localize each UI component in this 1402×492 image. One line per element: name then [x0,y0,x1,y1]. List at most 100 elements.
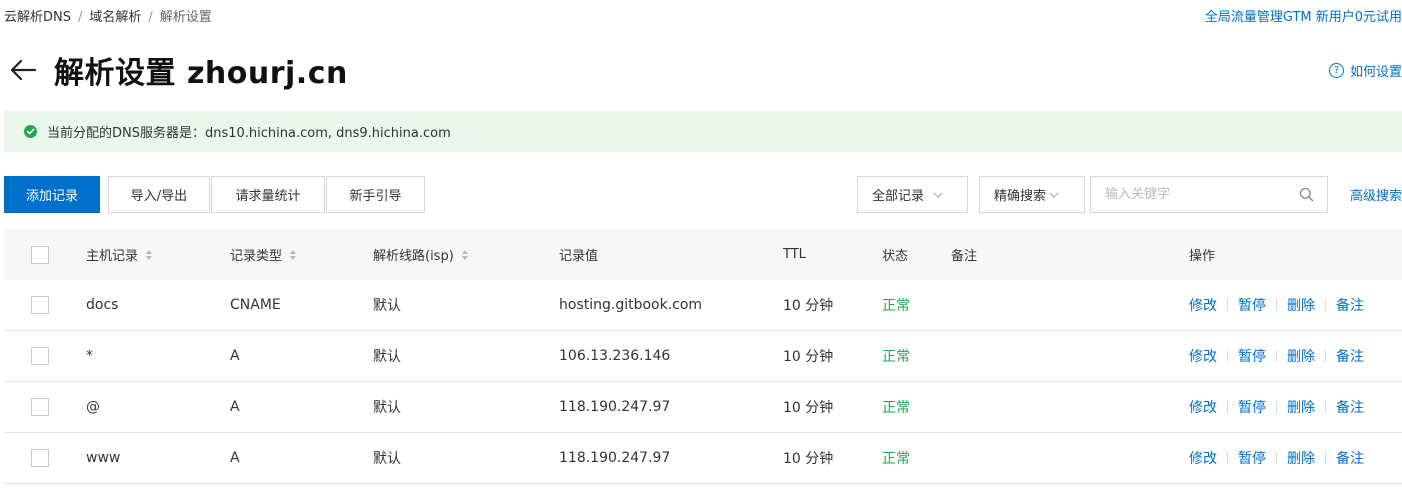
sort-icon[interactable] [461,249,468,260]
sort-icon[interactable] [290,249,297,260]
row-actions: 修改 暂停 删除 备注 [1189,280,1364,330]
search-input[interactable] [1091,177,1291,212]
breadcrumb-item-current: 解析设置 [159,10,212,25]
ttl-cell: 10 分钟 [783,349,834,365]
edit-link[interactable]: 修改 [1189,346,1217,366]
advanced-search-link[interactable]: 高级搜索 [1350,176,1402,213]
chevron-down-icon [1048,189,1060,201]
table-row: docs CNAME 默认 hosting.gitbook.com 10 分钟 … [4,280,1402,331]
divider [1276,452,1277,464]
remark-link[interactable]: 备注 [1336,295,1364,315]
sort-icon[interactable] [146,249,153,260]
type-cell: A [230,450,240,466]
edit-link[interactable]: 修改 [1189,295,1217,315]
host-cell: docs [86,297,119,313]
remark-link[interactable]: 备注 [1336,448,1364,468]
request-stats-button[interactable]: 请求量统计 [211,176,325,213]
select-all-checkbox[interactable] [31,245,49,264]
remark-link[interactable]: 备注 [1336,397,1364,417]
row-select-cell [31,280,49,330]
record-filter-value: 全部记录 [872,189,925,204]
column-actions: 操作 [1189,249,1216,264]
breadcrumb-item-domain[interactable]: 域名解析 [89,10,141,25]
divider [1325,350,1326,362]
type-cell: A [230,348,240,364]
ttl-cell: 10 分钟 [783,298,834,314]
row-select-cell [31,331,49,381]
table-row: * A 默认 106.13.236.146 10 分钟 正常 修改 暂停 删除 … [4,331,1402,382]
help-link[interactable]: ? 如何设置 [1328,61,1402,80]
help-link-label: 如何设置 [1349,65,1402,80]
row-actions: 修改 暂停 删除 备注 [1189,382,1364,432]
table-body: docs CNAME 默认 hosting.gitbook.com 10 分钟 … [4,280,1402,484]
value-cell: 118.190.247.97 [559,399,671,415]
delete-link[interactable]: 删除 [1287,397,1315,417]
column-value: 记录值 [559,249,599,264]
value-cell: hosting.gitbook.com [559,297,703,313]
delete-link[interactable]: 删除 [1287,295,1315,315]
breadcrumb-separator: / [78,10,83,25]
dns-records-table: 主机记录 记录类型 解析线路(isp) 记录值 TTL 状态 备注 操作 doc… [4,229,1402,484]
toolbar: 添加记录 导入/导出 请求量统计 新手引导 全部记录 精确搜索 高级搜索 [4,176,1402,213]
pause-link[interactable]: 暂停 [1238,346,1266,366]
divider [1227,401,1228,413]
delete-link[interactable]: 删除 [1287,448,1315,468]
gtm-promo-link[interactable]: 全局流量管理GTM 新用户0元试用 [1205,6,1402,25]
table-row: www A 默认 118.190.247.97 10 分钟 正常 修改 暂停 删… [4,433,1402,484]
line-cell: 默认 [373,451,401,467]
notice-text: 当前分配的DNS服务器是：dns10.hichina.com, dns9.hic… [47,126,451,141]
edit-link[interactable]: 修改 [1189,448,1217,468]
row-select-cell [31,433,49,483]
beginner-guide-button[interactable]: 新手引导 [326,176,425,213]
breadcrumb-item-dns[interactable]: 云解析DNS [4,10,71,25]
edit-link[interactable]: 修改 [1189,397,1217,417]
divider [1276,350,1277,362]
pause-link[interactable]: 暂停 [1238,448,1266,468]
divider [1325,452,1326,464]
breadcrumb-separator: / [148,10,153,25]
record-filter-select[interactable]: 全部记录 [857,176,968,213]
back-arrow-icon[interactable] [6,53,40,87]
divider [1227,452,1228,464]
divider [1276,299,1277,311]
breadcrumb: 云解析DNS / 域名解析 / 解析设置 [4,6,212,25]
search-icon[interactable] [1291,177,1321,212]
search-mode-select[interactable]: 精确搜索 [979,176,1085,213]
row-checkbox[interactable] [31,347,49,365]
pause-link[interactable]: 暂停 [1238,397,1266,417]
host-cell: * [86,348,93,364]
column-status: 状态 [882,249,909,264]
row-checkbox[interactable] [31,296,49,314]
column-line: 解析线路(isp) [373,229,468,280]
select-all-cell [31,229,49,280]
import-export-button[interactable]: 导入/导出 [108,176,210,213]
host-cell: www [86,450,121,466]
page-title: 解析设置 zhourj.cn [54,56,348,91]
divider [1325,299,1326,311]
divider [1227,299,1228,311]
remark-link[interactable]: 备注 [1336,346,1364,366]
row-actions: 修改 暂停 删除 备注 [1189,331,1364,381]
row-actions: 修改 暂停 删除 备注 [1189,433,1364,483]
status-badge: 正常 [882,349,910,365]
column-type: 记录类型 [230,229,297,280]
ttl-cell: 10 分钟 [783,400,834,416]
pause-link[interactable]: 暂停 [1238,295,1266,315]
table-row: @ A 默认 118.190.247.97 10 分钟 正常 修改 暂停 删除 … [4,382,1402,433]
chevron-down-icon [932,189,944,201]
host-cell: @ [86,399,100,415]
row-select-cell [31,382,49,432]
help-icon: ? [1328,63,1344,78]
status-badge: 正常 [882,298,910,314]
search-box [1090,176,1328,213]
ttl-cell: 10 分钟 [783,451,834,467]
line-cell: 默认 [373,400,401,416]
add-record-button[interactable]: 添加记录 [4,176,100,213]
page-header: 解析设置 zhourj.cn [6,50,348,91]
divider [1227,350,1228,362]
row-checkbox[interactable] [31,398,49,416]
row-checkbox[interactable] [31,449,49,467]
column-host: 主机记录 [86,229,153,280]
line-cell: 默认 [373,298,401,314]
delete-link[interactable]: 删除 [1287,346,1315,366]
